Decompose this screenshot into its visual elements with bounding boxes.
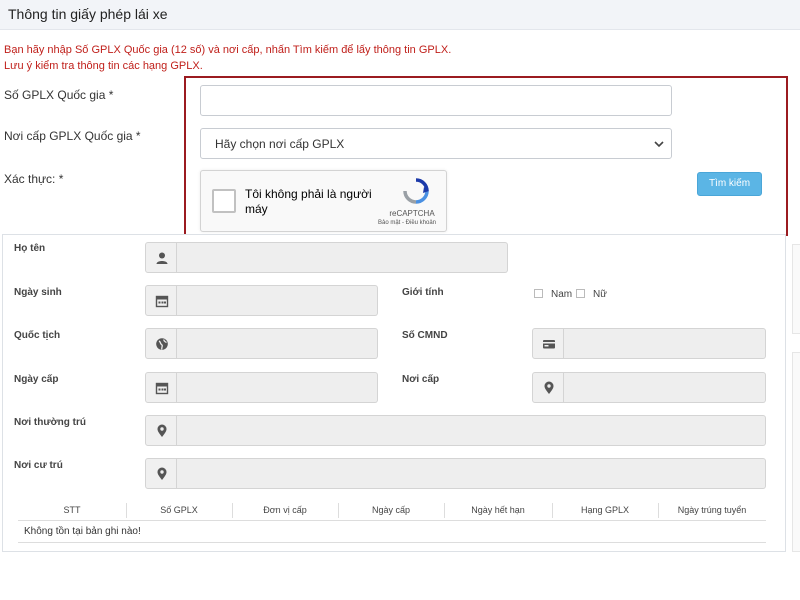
- license-table-header: STT Số GPLX Đơn vị cấp Ngày cấp Ngày hết…: [18, 500, 766, 521]
- issue-date-label: Ngày cấp: [14, 374, 59, 385]
- user-icon: [156, 252, 168, 264]
- permanent-address-field: [177, 415, 766, 446]
- table-row: Không tồn tại bản ghi nào!: [18, 521, 766, 543]
- side-panel-edge: [792, 244, 800, 334]
- gender-female-checkbox: [576, 289, 585, 298]
- full-name-label: Họ tên: [14, 243, 46, 254]
- issue-place-field: [564, 372, 766, 403]
- gplx-number-label: Số GPLX Quốc gia *: [4, 88, 114, 102]
- residence-group: [145, 458, 766, 489]
- permanent-address-label: Nơi thường trú: [14, 417, 87, 428]
- map-marker-icon: [157, 467, 167, 480]
- calendar-icon-addon: [145, 285, 177, 316]
- calendar-icon-addon: [145, 372, 177, 403]
- instruction-text: Bạn hãy nhập Số GPLX Quốc gia (12 số) và…: [4, 44, 452, 56]
- full-name-group: [145, 242, 508, 273]
- nationality-label: Quốc tịch: [14, 330, 61, 341]
- column-header-license-class: Hạng GPLX: [580, 505, 630, 515]
- issuer-label: Nơi cấp GPLX Quốc gia *: [4, 129, 141, 143]
- gender-female-label: Nữ: [593, 289, 607, 300]
- verification-label: Xác thực: *: [4, 172, 64, 186]
- column-header-issuing-unit: Đơn vị cấp: [263, 505, 307, 515]
- issue-date-field: [177, 372, 378, 403]
- id-number-field: [564, 328, 766, 359]
- chevron-down-icon: [654, 141, 664, 148]
- id-number-label: Số CMND: [402, 330, 448, 341]
- map-marker-icon: [544, 381, 554, 394]
- globe-icon: [156, 338, 168, 350]
- globe-icon-addon: [145, 328, 177, 359]
- warning-text: Lưu ý kiểm tra thông tin các hạng GPLX.: [4, 60, 203, 72]
- gender-male-label: Nam: [551, 289, 573, 300]
- column-header-pass-date: Ngày trúng tuyển: [677, 505, 747, 515]
- recaptcha-brand: reCAPTCHA: [389, 209, 435, 218]
- permanent-address-group: [145, 415, 766, 446]
- page-title: Thông tin giấy phép lái xe: [8, 6, 168, 22]
- issue-place-label: Nơi cấp: [402, 374, 440, 385]
- gplx-number-input[interactable]: [200, 85, 672, 116]
- issuer-select[interactable]: Hãy chọn nơi cấp GPLX: [200, 128, 672, 159]
- recaptcha-links[interactable]: Bảo mật - Điều khoản: [367, 220, 447, 226]
- column-header-expiry-date: Ngày hết hạn: [471, 505, 525, 515]
- gender-label: Giới tính: [402, 287, 444, 298]
- side-panel-edge: [792, 352, 800, 552]
- recaptcha-icon: [403, 178, 429, 204]
- nationality-field: [177, 328, 378, 359]
- column-header-issue-date: Ngày cấp: [371, 505, 411, 515]
- recaptcha-widget: Tôi không phải là người máy reCAPTCHA Bả…: [200, 170, 447, 232]
- id-card-icon-addon: [532, 328, 564, 359]
- map-marker-icon-addon: [145, 458, 177, 489]
- map-marker-icon-addon: [145, 415, 177, 446]
- dob-label: Ngày sinh: [14, 287, 62, 298]
- issue-date-group: [145, 372, 378, 403]
- dob-field: [177, 285, 378, 316]
- recaptcha-checkbox[interactable]: [212, 189, 236, 213]
- gender-male-checkbox: [534, 289, 543, 298]
- map-marker-icon-addon: [532, 372, 564, 403]
- full-name-field: [177, 242, 508, 273]
- calendar-icon: [155, 295, 169, 308]
- page-header: Thông tin giấy phép lái xe: [0, 0, 800, 30]
- calendar-icon: [155, 382, 169, 395]
- id-card-icon: [543, 340, 555, 349]
- id-number-group: [532, 328, 766, 359]
- issue-place-group: [532, 372, 766, 403]
- residence-field: [177, 458, 766, 489]
- nationality-group: [145, 328, 378, 359]
- issuer-select-value: Hãy chọn nơi cấp GPLX: [215, 137, 345, 151]
- search-button[interactable]: Tìm kiếm: [697, 172, 762, 196]
- dob-group: [145, 285, 378, 316]
- empty-table-message: Không tồn tại bản ghi nào!: [24, 526, 141, 537]
- map-marker-icon: [157, 424, 167, 437]
- user-icon-addon: [145, 242, 177, 273]
- residence-label: Nơi cư trú: [14, 460, 63, 471]
- column-header-license-number: Số GPLX: [160, 505, 198, 515]
- recaptcha-label: Tôi không phải là người máy: [245, 187, 372, 216]
- column-header-stt: STT: [63, 505, 81, 515]
